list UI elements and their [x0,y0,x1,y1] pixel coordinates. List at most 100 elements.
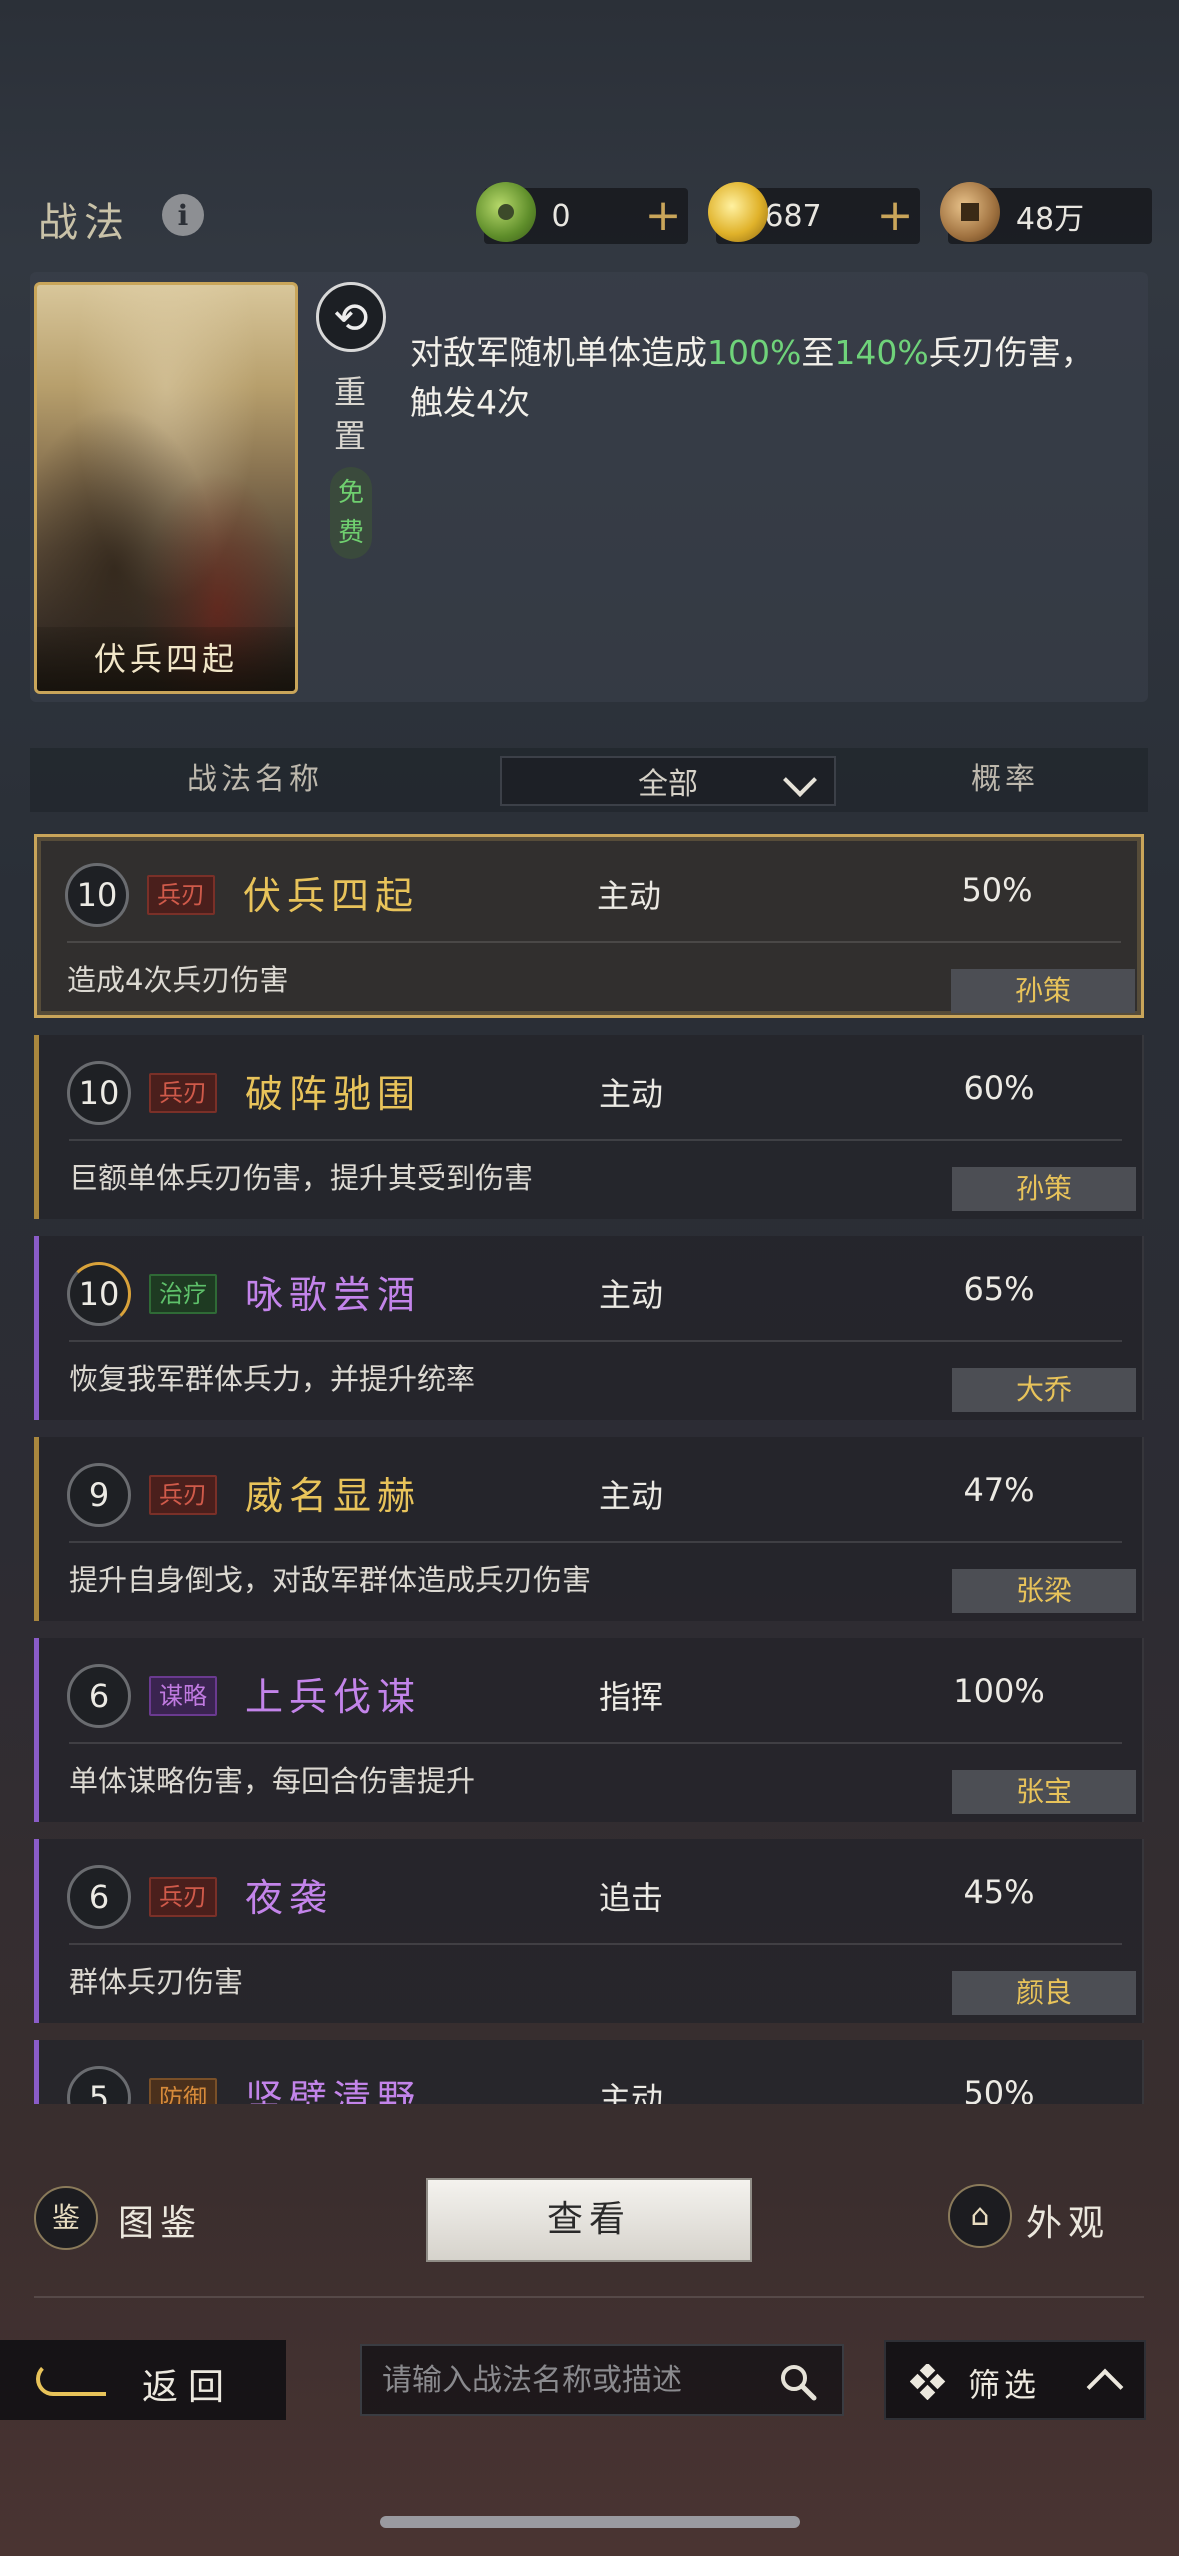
skill-level: 9 [67,1463,131,1527]
type-filter-value: 全部 [638,767,698,802]
back-arrow-icon [36,2362,106,2396]
resource-gold: 687 + [708,182,920,244]
skill-activation-type: 主动 [599,1477,664,1515]
skill-summary: 造成4次兵刃伤害 [67,963,289,997]
add-gold-button[interactable]: + [870,194,920,238]
skill-summary: 恢复我军群体兵力，并提升统率 [69,1362,476,1396]
skill-type-tag: 谋略 [149,1676,217,1716]
search-input[interactable] [382,2358,762,2402]
jade-coin-icon [476,182,536,242]
filter-button[interactable]: 筛选 [884,2340,1146,2420]
skill-list[interactable]: 10 兵刃 伏兵四起 主动 50% 造成4次兵刃伤害 孙策 10 兵刃 破阵驰围 主动 60% 巨额单体… [34,834,1144,2104]
appearance-button[interactable]: 外观 [1026,2194,1110,2246]
skill-rate: 50% [961,871,1033,909]
skill-name: 破阵驰围 [245,1072,422,1116]
hero-source-badge[interactable]: 孙策 [952,1167,1136,1211]
skill-activation-type: 指挥 [599,1678,664,1716]
info-icon[interactable]: i [162,194,204,236]
skill-summary: 提升自身倒戈，对敌军群体造成兵刃伤害 [69,1563,592,1597]
skill-summary: 巨额单体兵刃伤害，提升其受到伤害 [69,1161,534,1195]
reset-icon[interactable]: ⟲ [316,282,386,352]
search-box[interactable] [360,2344,844,2416]
skill-row[interactable]: 10 兵刃 伏兵四起 主动 50% 造成4次兵刃伤害 孙策 [34,834,1144,1018]
skill-level: 10 [67,1061,131,1125]
chevron-down-icon [783,763,817,797]
skill-activation-type: 主动 [599,1276,664,1314]
skill-level: 10 [65,863,129,927]
column-skill-name: 战法名称 [187,762,323,797]
skill-row[interactable]: 10 治疗 咏歌尝酒 主动 65% 恢复我军群体兵力，并提升统率 大乔 [34,1236,1144,1420]
row-divider [69,1943,1122,1945]
skill-rate: 45% [963,1873,1035,1911]
back-label: 返回 [142,2367,235,2408]
copper-coin-icon [940,182,1000,242]
skill-summary: 群体兵刃伤害 [69,1965,244,1999]
bottom-action-bar: 鉴 图鉴 查看 ⌂ 外观 [0,2150,1179,2290]
divider [34,2296,1144,2298]
skill-card[interactable]: 伏兵四起 [34,282,298,694]
skill-level: 6 [67,1865,131,1929]
skill-rate: 100% [953,1672,1045,1710]
skill-level: 5 [67,2066,131,2104]
row-divider [69,1742,1122,1744]
skill-activation-type: 主动 [599,2080,664,2104]
skill-description: 对敌军随机单体造成100%至140%兵刃伤害，触发4次 [410,333,1094,422]
skill-type-tag: 兵刃 [147,875,215,915]
skill-name: 夜袭 [245,1876,334,1920]
reset-label: 重置 [333,373,366,455]
skill-name: 威名显赫 [245,1474,422,1518]
row-divider [67,941,1121,943]
gold-coin-icon [708,182,768,242]
skill-name: 伏兵四起 [243,874,420,918]
row-divider [69,1541,1122,1543]
home-indicator[interactable] [380,2516,800,2528]
row-divider [69,1139,1122,1141]
page-title: 战法 [38,200,130,246]
resource-jade: 0 + [476,182,688,244]
skill-row[interactable]: 6 兵刃 夜袭 追击 45% 群体兵刃伤害 颜良 [34,1839,1144,2023]
skill-rate: 50% [963,2074,1035,2104]
skill-row[interactable]: 9 兵刃 威名显赫 主动 47% 提升自身倒戈，对敌军群体造成兵刃伤害 张梁 [34,1437,1144,1621]
hero-source-badge[interactable]: 大乔 [952,1368,1136,1412]
reset-control[interactable]: ⟲ 重置 免费 [312,282,388,562]
skill-activation-type: 追击 [599,1879,664,1917]
skill-card-name: 伏兵四起 [37,627,295,691]
skill-type-tag: 兵刃 [149,1475,217,1515]
add-jade-button[interactable]: + [638,194,688,238]
view-button[interactable]: 查看 [426,2178,752,2262]
hero-source-badge[interactable]: 孙策 [951,969,1135,1013]
skill-row[interactable]: 10 兵刃 破阵驰围 主动 60% 巨额单体兵刃伤害，提升其受到伤害 孙策 [34,1035,1144,1219]
skill-name: 咏歌尝酒 [245,1273,422,1317]
hero-source-badge[interactable]: 张宝 [952,1770,1136,1814]
skill-row[interactable]: 5 防御 坚壁清野 主动 50% [34,2040,1144,2104]
skill-type-tag: 兵刃 [149,1073,217,1113]
free-badge: 免费 [330,467,372,559]
hero-source-badge[interactable]: 颜良 [952,1971,1136,2015]
codex-icon[interactable]: 鉴 [34,2186,98,2250]
skill-type-tag: 防御 [149,2078,217,2104]
row-divider [69,1340,1122,1342]
skill-rate: 65% [963,1270,1035,1308]
list-header: 战法名称 全部 概率 [30,748,1148,812]
skill-rate: 47% [963,1471,1035,1509]
skill-type-tag: 兵刃 [149,1877,217,1917]
skill-activation-type: 主动 [597,877,662,915]
skill-name: 坚壁清野 [245,2077,422,2104]
skill-level: 6 [67,1664,131,1728]
resource-copper: 48万 [940,182,1152,244]
nav-bar: 返回 筛选 [0,2340,1179,2420]
column-rate: 概率 [971,762,1039,797]
codex-button[interactable]: 图鉴 [118,2194,202,2246]
hero-source-badge[interactable]: 张梁 [952,1569,1136,1613]
skill-type-tag: 治疗 [149,1274,217,1314]
back-button[interactable]: 返回 [0,2340,286,2420]
chevron-up-icon[interactable] [1086,2368,1124,2406]
filter-label: 筛选 [968,2366,1041,2404]
search-icon[interactable] [778,2362,818,2402]
type-filter-dropdown[interactable]: 全部 [500,756,836,806]
skill-row[interactable]: 6 谋略 上兵伐谋 指挥 100% 单体谋略伤害，每回合伤害提升 张宝 [34,1638,1144,1822]
skill-activation-type: 主动 [599,1075,664,1113]
skill-rate: 60% [963,1069,1035,1107]
skill-level: 10 [67,1262,131,1326]
pavilion-icon[interactable]: ⌂ [948,2184,1012,2248]
